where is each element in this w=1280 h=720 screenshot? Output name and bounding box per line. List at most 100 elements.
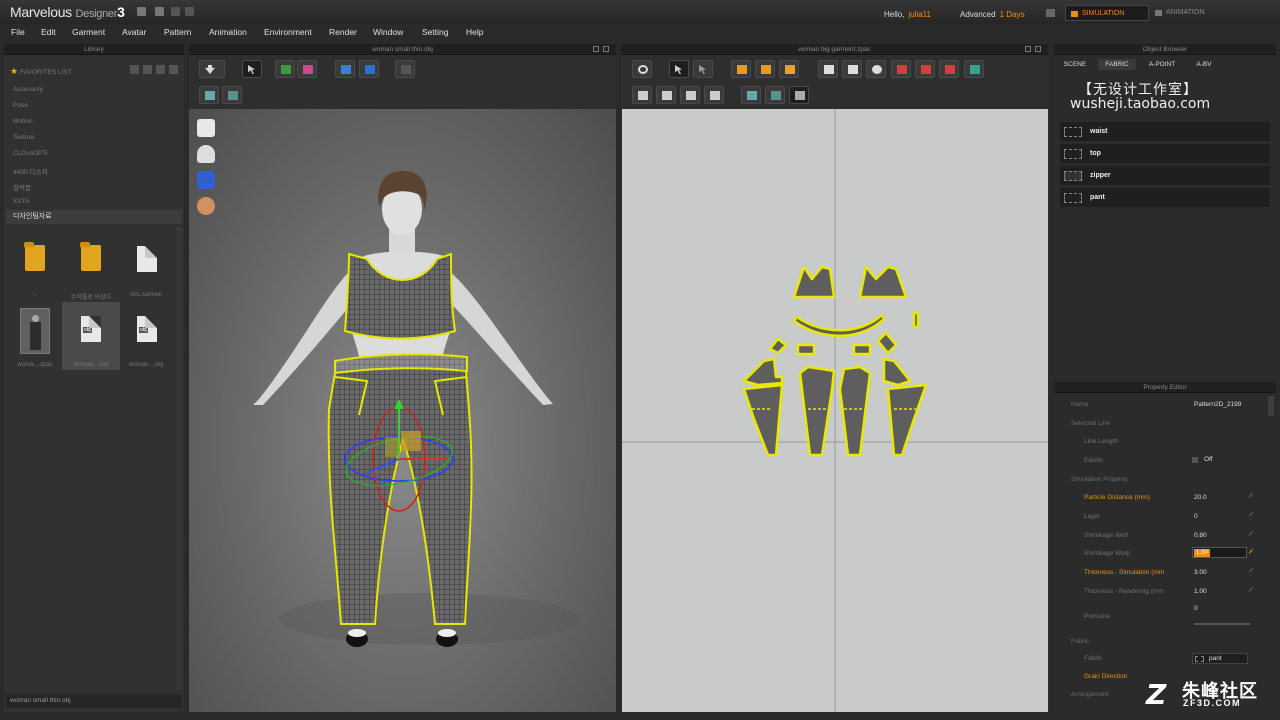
circle-button[interactable] (866, 60, 886, 78)
library-item-5[interactable]: 참찍품 (13, 182, 31, 192)
measure-button[interactable] (395, 60, 415, 78)
fabric-item-zipper[interactable]: zipper (1060, 166, 1270, 185)
edit-curve-button[interactable] (755, 60, 775, 78)
menu-setting[interactable]: Setting (422, 27, 448, 37)
fabric-item-top[interactable]: top (1060, 144, 1270, 163)
remove-favorite-icon[interactable] (143, 65, 152, 74)
fold-tack-button[interactable] (297, 60, 317, 78)
library-tile[interactable]: woma....zpac (9, 302, 61, 370)
library-item-accessory[interactable]: Accessory (13, 86, 43, 93)
prop-thickness-rendering[interactable]: 1.00 (1194, 588, 1207, 595)
favorites-list[interactable]: ★ FAVORITES LIST (10, 66, 72, 77)
transform-pattern-button[interactable] (669, 60, 689, 78)
tab-a-bv[interactable]: A-BV (1188, 59, 1220, 70)
library-tile[interactable]: .. (9, 232, 61, 300)
internal-circle-button[interactable] (964, 60, 984, 78)
add-favorite-icon[interactable] (130, 65, 139, 74)
pressure-slider[interactable] (1194, 623, 1250, 625)
section-arrangement[interactable]: Arrangement (1071, 691, 1109, 698)
edit-texture-button[interactable] (765, 86, 785, 104)
edit-pencil-icon[interactable] (1248, 530, 1257, 539)
prop-name-value[interactable]: Pattern2D_2199 (1194, 401, 1241, 408)
reset-2d-button[interactable] (632, 60, 652, 78)
sewing-edit-button[interactable] (680, 86, 700, 104)
free-sewing-button[interactable] (656, 86, 676, 104)
prop-particle-distance[interactable]: 20.0 (1194, 494, 1207, 501)
library-tile[interactable]: 수학틀로 아셨다 (65, 232, 117, 301)
internal-rect-button[interactable] (939, 60, 959, 78)
library-tile[interactable]: 001.camrec (120, 232, 172, 300)
3d-viewport[interactable] (189, 109, 616, 712)
animation-mode-tab[interactable]: ANIMATION (1150, 5, 1230, 21)
section-selected-line[interactable]: Selected Line (1071, 420, 1110, 427)
library-item-clovsopti[interactable]: CLOvsOPTi (13, 150, 47, 157)
elastic-checkbox[interactable] (1192, 457, 1198, 463)
maximize-icon[interactable] (1035, 46, 1041, 52)
2d-pattern-canvas[interactable] (622, 109, 1048, 712)
restore-icon[interactable] (1025, 46, 1031, 52)
maximize-icon[interactable] (603, 46, 609, 52)
transform-button[interactable] (199, 86, 219, 104)
library-tile[interactable]: obj woman....obj (120, 302, 172, 370)
simulation-mode-tab[interactable]: SIMULATION (1065, 5, 1149, 21)
fabric-select[interactable]: pant (1192, 653, 1248, 664)
edit-pencil-icon[interactable] (1248, 586, 1257, 595)
select-mesh-button[interactable] (242, 60, 262, 78)
select-texture-button[interactable] (741, 86, 761, 104)
edit-pencil-icon[interactable] (1248, 511, 1257, 520)
menu-environment[interactable]: Environment (264, 27, 312, 37)
tack-2d-button[interactable] (704, 86, 724, 104)
tab-fabric[interactable]: FABRIC (1098, 59, 1136, 70)
menu-window[interactable]: Window (373, 27, 403, 37)
settings-icon[interactable] (1046, 9, 1055, 17)
menu-file[interactable]: File (11, 27, 25, 37)
list-view-icon[interactable] (156, 65, 165, 74)
tack-on-avatar-button[interactable] (359, 60, 379, 78)
edit-pencil-icon[interactable] (1248, 567, 1257, 576)
redo-icon[interactable] (185, 7, 194, 16)
texture-button[interactable] (222, 86, 242, 104)
select-move-button[interactable] (199, 60, 225, 78)
restore-icon[interactable] (593, 46, 599, 52)
add-point-button[interactable] (731, 60, 751, 78)
tab-scene[interactable]: SCENE (1060, 59, 1090, 70)
polygon-button[interactable] (818, 60, 838, 78)
grid-view-icon[interactable] (169, 65, 178, 74)
undo-icon[interactable] (171, 7, 180, 16)
edit-pencil-icon[interactable] (1248, 492, 1257, 501)
edit-pencil-icon[interactable] (1248, 548, 1257, 557)
save-icon[interactable] (137, 7, 146, 16)
grain-button[interactable] (789, 86, 809, 104)
section-fabric[interactable]: Fabric (1071, 638, 1089, 645)
menu-help[interactable]: Help (466, 27, 483, 37)
prop-shrinkage-weft[interactable]: 0.80 (1194, 532, 1207, 539)
edit-pattern-button[interactable] (693, 60, 713, 78)
library-item-xxta[interactable]: XXTA (13, 198, 30, 205)
shrinkage-warp-input[interactable]: 1.00 (1192, 547, 1247, 558)
library-content-scrollbar[interactable] (176, 230, 182, 690)
segment-sewing-button[interactable] (632, 86, 652, 104)
property-scrollbar[interactable] (1268, 396, 1274, 416)
prop-pressure[interactable]: 0 (1194, 605, 1198, 612)
menu-edit[interactable]: Edit (41, 27, 56, 37)
tab-a-point[interactable]: A-POINT (1144, 59, 1180, 70)
internal-shape-button[interactable] (779, 60, 799, 78)
fold-arrangement-button[interactable] (275, 60, 295, 78)
menu-pattern[interactable]: Pattern (164, 27, 191, 37)
library-item-texture[interactable]: Texture (13, 134, 34, 141)
prop-layer[interactable]: 0 (1194, 513, 1198, 520)
library-item-pose[interactable]: Pose (13, 102, 28, 109)
fabric-item-waist[interactable]: waist (1060, 122, 1270, 141)
tack-button[interactable] (335, 60, 355, 78)
library-item-4[interactable]: 4430-디스쳐 (13, 166, 48, 176)
menu-animation[interactable]: Animation (209, 27, 247, 37)
library-item-motion[interactable]: Motion (13, 118, 33, 125)
internal-polygon-button[interactable] (915, 60, 935, 78)
rectangle-button[interactable] (842, 60, 862, 78)
menu-garment[interactable]: Garment (72, 27, 105, 37)
menu-avatar[interactable]: Avatar (122, 27, 146, 37)
menu-render[interactable]: Render (329, 27, 357, 37)
open-icon[interactable] (155, 7, 164, 16)
library-tile-selected[interactable]: obj woman....obj (62, 302, 120, 370)
library-item-selected[interactable]: 디자인팀자료 (6, 210, 182, 224)
